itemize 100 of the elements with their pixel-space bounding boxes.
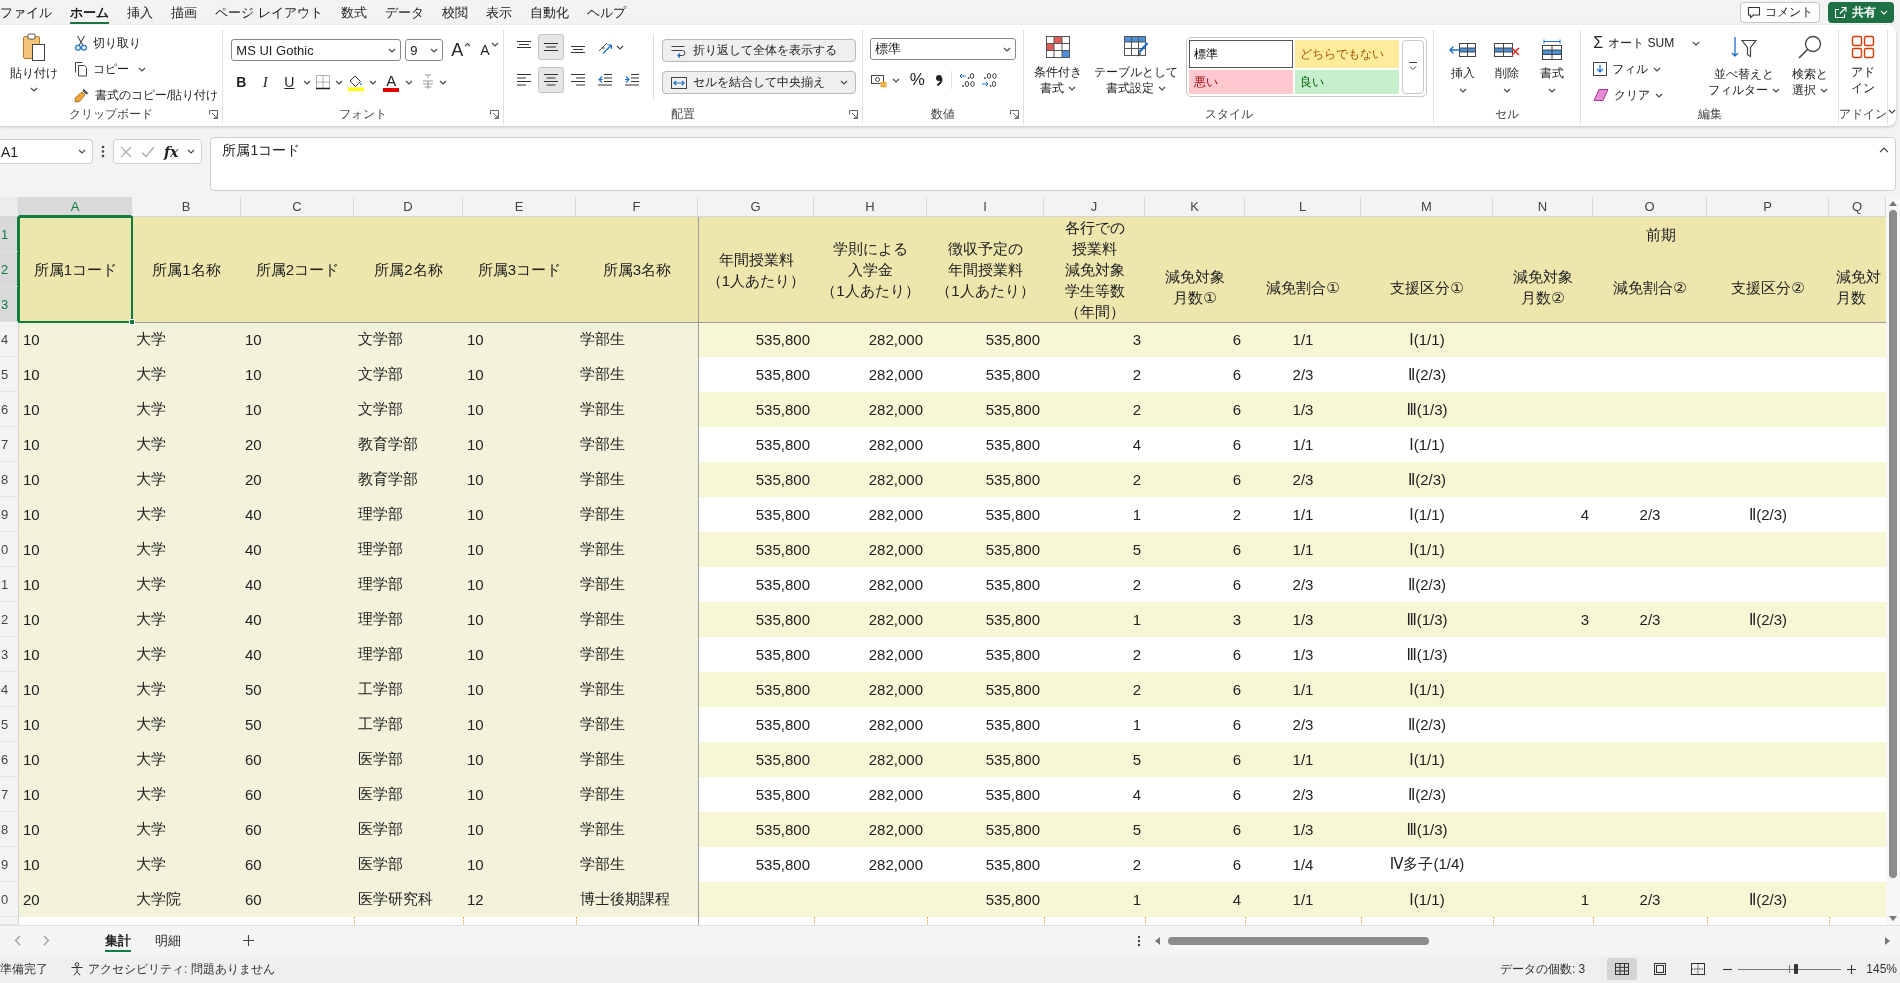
accessibility-status[interactable]: アクセシビリティ: 問題ありません: [88, 960, 275, 978]
cell-style-option[interactable]: 良い: [1295, 70, 1400, 94]
border-icon[interactable]: [315, 74, 332, 90]
row-header[interactable]: 0: [0, 882, 19, 917]
format-painter-button[interactable]: 書式のコピー/貼り付け: [70, 82, 223, 108]
row-header[interactable]: 8: [0, 462, 19, 497]
fill-handle[interactable]: [129, 319, 135, 325]
wrap-text-button[interactable]: 折り返して全体を表示する: [662, 39, 857, 62]
row-header[interactable]: 5: [0, 707, 19, 742]
plus-icon[interactable]: [243, 935, 254, 946]
row-header[interactable]: 8: [0, 812, 19, 847]
row-header[interactable]: 7: [0, 777, 19, 812]
row-header[interactable]: 2: [0, 602, 19, 637]
share-button[interactable]: 共有: [1828, 2, 1894, 23]
row-header[interactable]: 3: [0, 637, 19, 672]
cells-button[interactable]: 書式: [1534, 39, 1570, 93]
view-button[interactable]: [1607, 958, 1638, 980]
number-format-field[interactable]: 標準: [870, 38, 1017, 60]
insert-function-button[interactable]: fx: [164, 143, 179, 160]
slider-thumb[interactable]: [1793, 964, 1798, 974]
menu-tab[interactable]: 描画: [162, 0, 206, 25]
menu-tab[interactable]: 校閲: [432, 0, 477, 25]
vertical-dots-icon[interactable]: [101, 145, 105, 158]
copy-button[interactable]: コピー: [70, 56, 223, 82]
clear-button[interactable]: クリア: [1589, 82, 1701, 108]
cell-style-option[interactable]: どちらでもない: [1295, 40, 1400, 68]
chevron-left-icon[interactable]: [14, 935, 21, 946]
column-header[interactable]: A: [19, 197, 132, 217]
menu-tab[interactable]: ファイル: [0, 0, 61, 25]
row-header[interactable]: 4: [0, 672, 19, 707]
chevron-right-icon[interactable]: [43, 935, 50, 946]
down-triangle-icon[interactable]: [1889, 916, 1897, 921]
find-select-button[interactable]: 検索と選択: [1788, 30, 1833, 98]
sort-filter-button[interactable]: 並べ替えとフィルター: [1704, 30, 1785, 98]
menu-tab[interactable]: 挿入: [118, 0, 162, 25]
cells-button[interactable]: 挿入: [1444, 39, 1481, 93]
bold-button[interactable]: B: [231, 70, 252, 94]
person-icon[interactable]: [70, 962, 84, 976]
comment-button[interactable]: コメント: [1740, 2, 1820, 23]
caret-icon[interactable]: [405, 79, 414, 85]
right-triangle-icon[interactable]: [1885, 936, 1890, 945]
font-name-field[interactable]: MS UI Gothic: [231, 39, 402, 61]
underline-button[interactable]: U: [279, 70, 300, 94]
menu-tab[interactable]: 自動化: [520, 0, 578, 25]
row-header[interactable]: 9: [0, 497, 19, 532]
banknote-coins-icon[interactable]: [870, 72, 889, 88]
format-as-table-button[interactable]: テーブルとして書式設定: [1090, 30, 1183, 96]
caret-icon[interactable]: [1692, 40, 1701, 46]
caret-icon[interactable]: [1888, 109, 1897, 114]
scroll-thumb[interactable]: [1168, 936, 1429, 945]
name-box[interactable]: A1: [0, 139, 93, 164]
cell-style-option[interactable]: 標準: [1189, 40, 1294, 68]
menu-tab[interactable]: ヘルプ: [577, 0, 635, 25]
caret-icon[interactable]: [439, 79, 448, 85]
italic-button[interactable]: I: [255, 70, 276, 94]
corner-arrow-icon[interactable]: [490, 109, 500, 119]
conditional-formatting-button[interactable]: 条件付き書式: [1030, 30, 1087, 96]
caret-icon[interactable]: [369, 79, 378, 85]
alignment-button[interactable]: [538, 67, 565, 93]
cell-style-option[interactable]: 悪い: [1189, 70, 1294, 94]
shrink-font-button[interactable]: A: [479, 38, 500, 62]
outdent-icon[interactable]: [597, 73, 614, 87]
comma-icon[interactable]: [934, 73, 945, 87]
scroll-thumb[interactable]: [1889, 210, 1897, 878]
vertical-scrollbar[interactable]: [1886, 197, 1900, 925]
add-ins-button[interactable]: アドイン: [1847, 30, 1880, 96]
formula-field[interactable]: 所属1コード: [210, 137, 1896, 191]
left-triangle-icon[interactable]: [1155, 936, 1160, 945]
corner-arrow-icon[interactable]: [1010, 109, 1020, 119]
row-header[interactable]: 5: [0, 357, 19, 392]
sheet-tab[interactable]: 明細: [151, 927, 185, 954]
row-header[interactable]: 7: [0, 427, 19, 462]
corner-arrow-icon[interactable]: [209, 109, 219, 119]
menu-tab[interactable]: 数式: [331, 0, 376, 25]
cells-button[interactable]: 削除: [1489, 39, 1526, 93]
vertical-dots-icon[interactable]: [1137, 934, 1141, 947]
merge-center-button[interactable]: セルを結合して中央揃え: [662, 71, 857, 94]
caret-up-icon[interactable]: [1879, 147, 1889, 153]
row-header[interactable]: 4: [0, 322, 19, 357]
fill-button[interactable]: フィル: [1589, 56, 1701, 82]
zoom-level-text[interactable]: 145%: [1866, 962, 1897, 976]
left-arrow-decimal-icon[interactable]: [959, 72, 978, 88]
alignment-button[interactable]: [538, 34, 565, 60]
grow-font-button[interactable]: A: [451, 38, 472, 62]
row-header[interactable]: 0: [0, 532, 19, 567]
menu-tab[interactable]: ページ レイアウト: [206, 0, 332, 25]
indent-icon[interactable]: [624, 73, 641, 87]
row-header[interactable]: 6: [0, 742, 19, 777]
corner-arrow-icon[interactable]: [849, 109, 859, 119]
cut-button[interactable]: 切り取り: [70, 30, 223, 56]
row-header[interactable]: 6: [0, 392, 19, 427]
percent-button[interactable]: %: [907, 68, 928, 92]
font-color-button[interactable]: A: [381, 70, 402, 94]
autosum-button[interactable]: Σ オート SUM: [1589, 30, 1679, 56]
right-arrow-decimal-icon[interactable]: [981, 72, 1000, 88]
paste-button[interactable]: 貼り付け: [6, 30, 62, 92]
paint-bucket-icon[interactable]: [347, 73, 366, 91]
caret-icon[interactable]: [187, 149, 196, 154]
caret-icon[interactable]: [892, 77, 901, 83]
row-header[interactable]: 1: [0, 567, 19, 602]
